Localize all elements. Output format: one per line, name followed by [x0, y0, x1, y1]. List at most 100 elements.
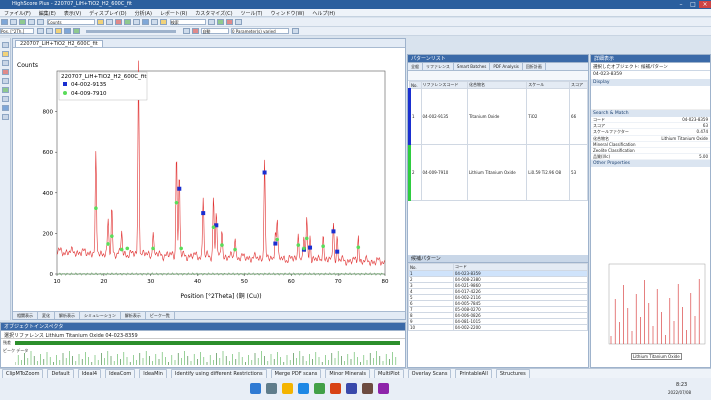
menu-item-3[interactable]: ディスプレイ(D) [85, 9, 130, 18]
fit-tool-icon[interactable] [2, 87, 9, 93]
peak-icon[interactable] [115, 19, 123, 25]
measure-icon[interactable] [2, 96, 9, 102]
zoom-out-icon[interactable] [45, 28, 53, 34]
minimize-button[interactable]: – [675, 1, 687, 8]
background-icon[interactable] [63, 28, 71, 34]
menu-item-1[interactable]: 編集(E) [35, 9, 60, 18]
cand-col-1[interactable]: コード [452, 263, 589, 271]
pattern-tab-3[interactable]: PDF Analysis [490, 63, 523, 70]
remove-icon[interactable] [226, 19, 234, 25]
display-section[interactable]: Display [591, 79, 710, 86]
quick-link-6[interactable]: Merge PDF scans [270, 369, 322, 378]
layer-icon[interactable] [2, 105, 9, 111]
quick-link-9[interactable]: Overlay Scans [407, 369, 452, 378]
explorer-icon[interactable] [282, 383, 293, 394]
pattern-tab-0[interactable]: 全般 [408, 63, 423, 70]
date[interactable]: 2022/07/08 [668, 390, 691, 395]
highscore-icon[interactable] [362, 383, 373, 394]
view-tab-1[interactable]: 変化 [38, 312, 55, 319]
fit-icon[interactable] [124, 19, 132, 25]
search-match-section[interactable]: Search & Match [591, 110, 710, 117]
app-icon[interactable] [378, 383, 389, 394]
position-select[interactable]: Pos. [°2Th.] [0, 28, 34, 34]
quick-link-2[interactable]: Ideal4 [77, 369, 102, 378]
list-item[interactable]: 10 04-002-2200 [408, 324, 589, 331]
grid-icon[interactable] [133, 19, 141, 25]
menu-item-8[interactable]: ウィンドウ(W) [267, 9, 309, 18]
quick-link-3[interactable]: IdeaCom [105, 369, 136, 378]
ruler-icon[interactable] [54, 28, 62, 34]
close-button[interactable]: × [699, 1, 711, 8]
quick-link-0[interactable]: ClipMToZoom [2, 369, 44, 378]
ref-col-0[interactable]: No. [409, 81, 422, 89]
quick-link-1[interactable]: Default [47, 369, 74, 378]
options-icon[interactable] [235, 19, 243, 25]
ref-col-3[interactable]: スケール [526, 81, 571, 89]
menu-item-4[interactable]: 分析(A) [131, 9, 156, 18]
pattern-tab-2[interactable]: Smart Batches [454, 63, 491, 70]
excel-icon[interactable] [314, 383, 325, 394]
ref-col-4[interactable]: スコア [569, 81, 588, 89]
zoom-icon[interactable] [97, 19, 105, 25]
menu-item-7[interactable]: ツール(T) [237, 9, 267, 18]
structures-button[interactable]: Structures [495, 369, 530, 378]
start-icon[interactable] [250, 383, 261, 394]
settings-icon[interactable] [291, 28, 299, 34]
undo-icon[interactable] [28, 19, 35, 25]
hand-icon[interactable] [2, 60, 9, 66]
cand-col-0[interactable]: No. [408, 263, 454, 271]
pattern-tab-4[interactable]: 回折計画 [523, 63, 546, 70]
view-tab-3[interactable]: シミュレーション [80, 312, 121, 319]
document-tab[interactable]: 220707_LiH+TiO2_H2_600C_fit [15, 40, 103, 47]
zoom-in-icon[interactable] [36, 28, 44, 34]
quick-link-7[interactable]: Minor Minerals [325, 369, 370, 378]
diffraction-chart[interactable]: Counts 0 200 400 600 800 10 20 30 40 50 60 70 80 Posit… [13, 49, 405, 311]
eraser-icon[interactable] [2, 114, 9, 120]
view-tab-0[interactable]: 相関表示 [13, 312, 38, 319]
filter-icon[interactable] [208, 19, 216, 25]
powerpoint-icon[interactable] [330, 383, 341, 394]
view-tab-4[interactable]: 解析表示 [121, 312, 146, 319]
menu-item-9[interactable]: ヘルプ(H) [308, 9, 339, 18]
auto-select[interactable]: 自動 [201, 28, 230, 34]
search-field[interactable]: 検索 [169, 19, 206, 25]
open-icon[interactable] [1, 19, 8, 25]
other-properties-section[interactable]: Other Properties [591, 160, 710, 168]
table-row[interactable]: 2 04-009-7910 Lithium Titanium Oxide Li0.59… [408, 144, 588, 201]
pointer-icon[interactable] [2, 42, 9, 48]
pattern-tab-1[interactable]: リファレンス [423, 63, 454, 70]
save-icon[interactable] [10, 19, 17, 25]
menu-item-5[interactable]: レポート(R) [156, 9, 191, 18]
edge-icon[interactable] [298, 383, 309, 394]
peaks-icon[interactable] [72, 28, 80, 34]
word-icon[interactable] [346, 383, 357, 394]
search-icon[interactable] [266, 383, 277, 394]
pan-icon[interactable] [106, 19, 114, 25]
refresh-icon[interactable] [160, 19, 168, 25]
slider-track[interactable] [86, 29, 177, 33]
quick-link-10[interactable]: PrintableAll [455, 369, 492, 378]
match-icon[interactable] [217, 19, 225, 25]
tile-icon[interactable] [151, 19, 159, 25]
counts-select[interactable]: Counts [46, 19, 95, 25]
quick-link-5[interactable]: Identify using different Restrictions [170, 369, 267, 378]
menu-item-0[interactable]: ファイル(F) [0, 9, 35, 18]
clock[interactable]: 8:23 [676, 382, 687, 388]
ref-col-2[interactable]: 化合物名 [466, 81, 528, 89]
play-icon[interactable] [182, 28, 190, 34]
view-tab-5[interactable]: ピーク一覧 [146, 312, 175, 319]
menu-item-6[interactable]: カスタマイズ(C) [191, 9, 236, 18]
layout-icon[interactable] [142, 19, 150, 25]
table-row[interactable]: 1 04-002-9135 Titanium Oxide TiO2 66 [408, 88, 588, 145]
zoom-tool-icon[interactable] [2, 51, 9, 57]
quick-link-4[interactable]: IdeaMin [139, 369, 167, 378]
text-tool-icon[interactable] [2, 78, 9, 84]
quick-link-8[interactable]: MultiPlot [374, 369, 404, 378]
marker-icon[interactable] [2, 69, 9, 75]
redo-icon[interactable] [37, 19, 44, 25]
menu-item-2[interactable]: 表示(V) [60, 9, 85, 18]
ref-col-1[interactable]: リファレンスコード [420, 81, 468, 89]
maximize-button[interactable]: □ [687, 1, 699, 8]
view-tab-2[interactable]: 解析表示 [55, 312, 80, 319]
print-icon[interactable] [19, 19, 26, 25]
